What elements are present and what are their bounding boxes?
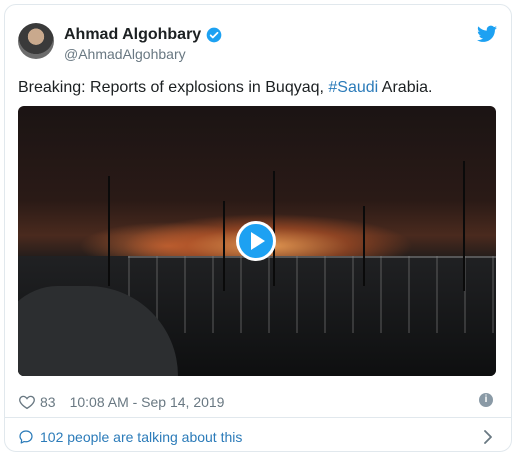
tweet-text-after: Arabia. <box>378 79 433 96</box>
chevron-right-icon[interactable] <box>483 430 493 444</box>
author-name[interactable]: Ahmad Algohbary <box>64 26 201 44</box>
video-fence <box>128 256 496 333</box>
tweet-meta: 83 10:08 AM - Sep 14, 2019 <box>18 393 224 411</box>
play-icon <box>251 232 265 250</box>
author-handle[interactable]: @AhmadAlgohbary <box>64 46 186 62</box>
play-button[interactable] <box>236 221 276 261</box>
verified-badge-icon <box>206 27 222 43</box>
tweet-card: Ahmad Algohbary @AhmadAlgohbary Breaking… <box>4 4 512 452</box>
avatar[interactable] <box>18 23 54 59</box>
timestamp[interactable]: 10:08 AM - Sep 14, 2019 <box>70 394 225 410</box>
divider <box>5 417 511 418</box>
speech-bubble-icon <box>19 430 33 444</box>
info-icon[interactable]: i <box>479 393 493 407</box>
hashtag-link[interactable]: #Saudi <box>328 79 378 96</box>
twitter-bird-icon[interactable] <box>477 25 497 43</box>
video-pole <box>273 171 275 286</box>
conversation-link[interactable]: 102 people are talking about this <box>18 429 242 445</box>
like-count[interactable]: 83 <box>40 394 56 410</box>
tweet-text-before: Breaking: Reports of explosions in Buqya… <box>18 79 329 96</box>
video-pole <box>363 206 365 286</box>
video-pole <box>463 161 465 291</box>
video-player[interactable] <box>18 106 496 376</box>
talking-text[interactable]: 102 people are talking about this <box>40 429 242 445</box>
video-pole <box>223 201 225 291</box>
author-name-row[interactable]: Ahmad Algohbary <box>64 26 222 44</box>
heart-icon[interactable] <box>18 393 36 411</box>
tweet-text: Breaking: Reports of explosions in Buqya… <box>18 78 433 98</box>
video-pole <box>108 176 110 286</box>
